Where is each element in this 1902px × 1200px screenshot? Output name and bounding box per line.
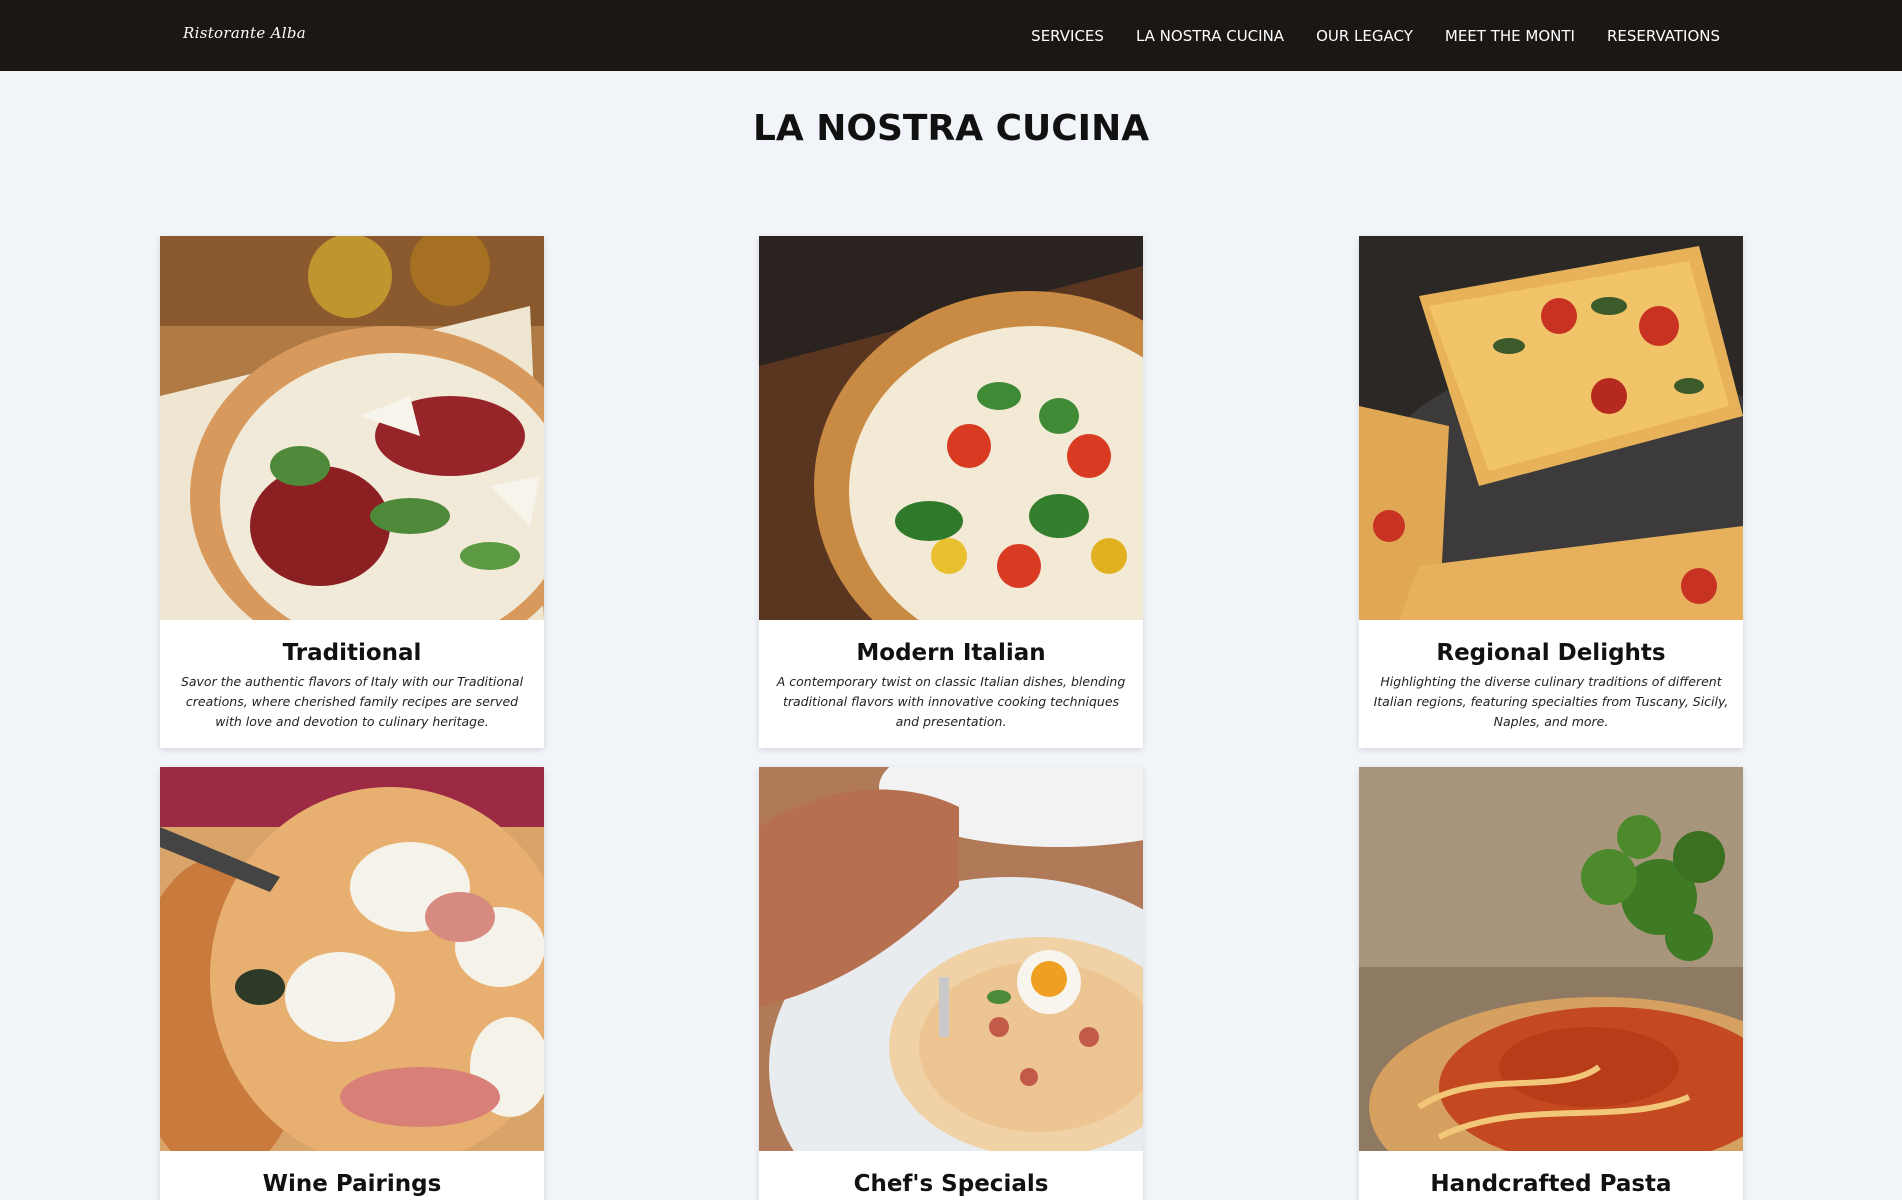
menu-card-handcrafted-pasta[interactable]: Handcrafted Pasta bbox=[1359, 767, 1743, 1200]
pizza-slice-lift-image bbox=[1359, 236, 1743, 620]
card-body: Modern Italian A contemporary twist on c… bbox=[759, 620, 1143, 748]
spaghetti-parsley-image bbox=[1359, 767, 1743, 1151]
nav-links: SERVICES LA NOSTRA CUCINA OUR LEGACY MEE… bbox=[1031, 0, 1720, 71]
card-body: Handcrafted Pasta bbox=[1359, 1151, 1743, 1200]
nav-link-la-nostra-cucina[interactable]: LA NOSTRA CUCINA bbox=[1136, 27, 1284, 45]
card-title: Modern Italian bbox=[856, 640, 1046, 666]
card-title: Traditional bbox=[282, 640, 422, 666]
menu-card-modern-italian[interactable]: Modern Italian A contemporary twist on c… bbox=[759, 236, 1143, 748]
page-title: LA NOSTRA CUCINA bbox=[752, 108, 1150, 149]
nav-link-our-legacy[interactable]: OUR LEGACY bbox=[1316, 27, 1413, 45]
card-body: Chef's Specials bbox=[759, 1151, 1143, 1200]
nav-link-services[interactable]: SERVICES bbox=[1031, 27, 1104, 45]
menu-card-wine-pairings[interactable]: Wine Pairings bbox=[160, 767, 544, 1200]
card-title: Regional Delights bbox=[1436, 640, 1666, 666]
menu-card-chefs-specials[interactable]: Chef's Specials bbox=[759, 767, 1143, 1200]
card-body: Traditional Savor the authentic flavors … bbox=[160, 620, 544, 748]
pizza-bresaola-image bbox=[160, 236, 544, 620]
card-description: Highlighting the diverse culinary tradit… bbox=[1373, 674, 1729, 729]
menu-card-regional-delights[interactable]: Regional Delights Highlighting the diver… bbox=[1359, 236, 1743, 748]
pizza-burrata-prosciutto-image bbox=[160, 767, 544, 1151]
card-description: Savor the authentic flavors of Italy wit… bbox=[180, 674, 524, 729]
card-description: A contemporary twist on classic Italian … bbox=[776, 674, 1126, 729]
margherita-pizza-image bbox=[759, 236, 1143, 620]
card-title: Handcrafted Pasta bbox=[1430, 1171, 1672, 1197]
tagliatelle-egg-image bbox=[759, 767, 1143, 1151]
card-body: Regional Delights Highlighting the diver… bbox=[1359, 620, 1743, 748]
card-body: Wine Pairings bbox=[160, 1151, 544, 1200]
top-navbar: Ristorante Alba SERVICES LA NOSTRA CUCIN… bbox=[0, 0, 1902, 71]
restaurant-logo[interactable]: Ristorante Alba bbox=[183, 24, 306, 42]
card-title: Wine Pairings bbox=[262, 1171, 442, 1197]
nav-link-meet-the-monti[interactable]: MEET THE MONTI bbox=[1445, 27, 1575, 45]
menu-card-traditional[interactable]: Traditional Savor the authentic flavors … bbox=[160, 236, 544, 748]
card-title: Chef's Specials bbox=[853, 1171, 1049, 1197]
nav-link-reservations[interactable]: RESERVATIONS bbox=[1607, 27, 1720, 45]
